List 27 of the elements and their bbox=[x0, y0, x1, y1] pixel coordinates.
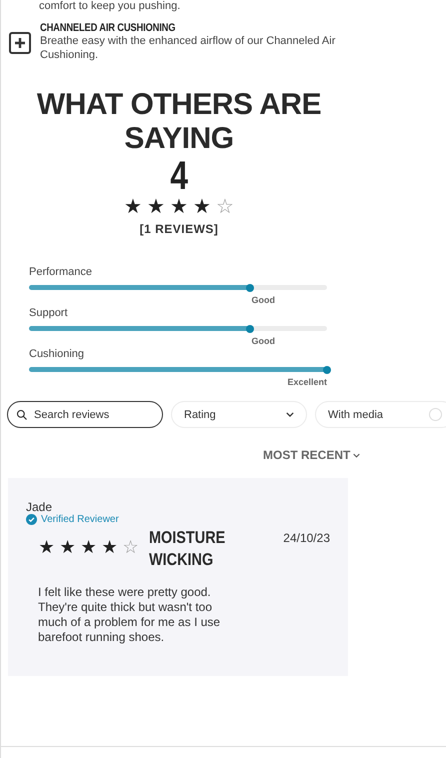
review-title: MOISTURE WICKING bbox=[149, 527, 226, 571]
review-text: I felt like these were pretty good. They're quite thick but wasn't too much of a problem for me as I use barefoot running shoes. bbox=[38, 585, 222, 645]
verified-label: Verified Reviewer bbox=[41, 514, 119, 525]
rating-label: Performance bbox=[29, 266, 93, 278]
with-media-toggle[interactable]: With media bbox=[315, 401, 446, 428]
rating-label: Cushioning bbox=[29, 348, 86, 360]
rating-reading: Good bbox=[252, 336, 275, 346]
plus-square-icon bbox=[8, 31, 32, 55]
review-count: [1 REVIEWS] bbox=[140, 222, 218, 236]
feature-description: Breathe easy with the enhanced airflow of our Channeled Air Cushioning. bbox=[40, 34, 336, 62]
review-date: 24/10/23 bbox=[283, 531, 330, 545]
search-field[interactable]: Search reviews bbox=[7, 401, 163, 428]
sort-dropdown[interactable]: MOST RECENT bbox=[263, 448, 360, 462]
description-text: comfort to keep you pushing. bbox=[39, 0, 182, 12]
search-icon bbox=[16, 409, 28, 421]
star-rating: ★ ★ ★ ★ ☆ bbox=[123, 196, 235, 218]
rating-label: Support bbox=[29, 307, 69, 319]
section-heading: WHAT OTHERS ARE SAYING bbox=[36, 88, 322, 156]
chevron-down-icon bbox=[286, 412, 294, 417]
reviewer-name: Jade bbox=[26, 500, 54, 514]
average-score: 4 bbox=[170, 156, 188, 196]
feature-title: CHANNELED AIR CUSHIONING bbox=[40, 22, 176, 34]
chevron-down-icon bbox=[353, 452, 360, 458]
rating-reading: Excellent bbox=[287, 377, 327, 387]
rating-reading: Good bbox=[252, 295, 275, 305]
star-rating: ★ ★ ★ ★ ☆ bbox=[38, 537, 140, 557]
rating-dropdown[interactable]: Rating bbox=[171, 401, 307, 428]
